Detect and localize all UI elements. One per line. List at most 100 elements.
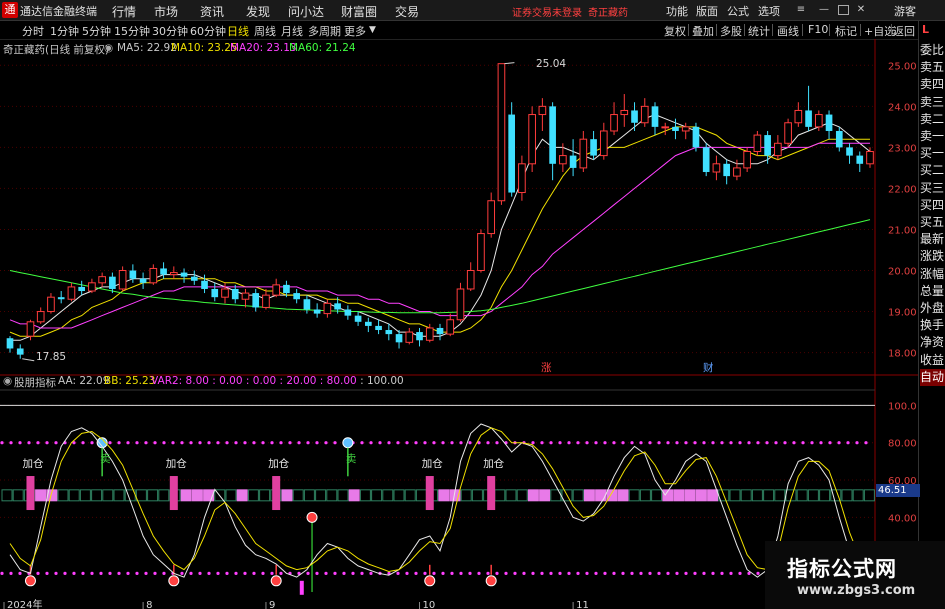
ma5-label: MA5: 22.92 xyxy=(117,42,177,54)
level-dot xyxy=(666,441,670,445)
indicator-toggle-icon[interactable]: ◉ xyxy=(3,375,12,387)
side-panel-item[interactable]: 卖五 xyxy=(920,59,945,76)
side-panel-item[interactable]: 收益 xyxy=(920,352,945,369)
side-panel-item[interactable]: 外盘 xyxy=(920,300,945,317)
band-cell xyxy=(225,489,237,502)
ma20-text: MA20 xyxy=(230,42,260,54)
menu-trade[interactable]: 交易 xyxy=(395,3,419,20)
level-dot xyxy=(468,571,472,575)
event-marker-rise[interactable]: 涨 xyxy=(541,360,552,375)
level-dot xyxy=(549,571,553,575)
add-signal-dot xyxy=(424,575,436,587)
side-panel-item[interactable]: 买一 xyxy=(920,145,945,162)
event-marker-finance[interactable]: 财 xyxy=(703,360,714,375)
ma-toggle-icon[interactable]: ◉ xyxy=(104,42,113,54)
period-1min[interactable]: 1分钟 xyxy=(50,23,79,39)
side-panel-item[interactable]: 委比 xyxy=(920,42,945,59)
period-30min[interactable]: 30分钟 xyxy=(152,23,188,39)
side-panel-item[interactable]: 卖三 xyxy=(920,94,945,111)
x-tick-label: 9 xyxy=(269,600,275,609)
tool-adjust[interactable]: 复权 xyxy=(664,23,686,39)
guest-label[interactable]: 游客 xyxy=(894,3,916,19)
side-panel-item[interactable]: 涨跌 xyxy=(920,248,945,265)
candle-body xyxy=(139,278,147,283)
side-panel-item[interactable]: 净资 xyxy=(920,334,945,351)
level-dot xyxy=(144,571,148,575)
chart-area[interactable]: 25.00 24.00 23.00 22.00 21.00 20.00 19.00 18.00… xyxy=(0,39,918,609)
side-panel-item[interactable]: 买三 xyxy=(920,180,945,197)
level-dot xyxy=(162,441,166,445)
side-panel-item[interactable]: 最新 xyxy=(920,231,945,248)
side-panel-item[interactable]: 买二 xyxy=(920,162,945,179)
candle-body xyxy=(487,200,496,235)
period-weekly[interactable]: 周线 xyxy=(254,23,276,39)
period-more[interactable]: 更多 xyxy=(344,23,366,39)
maximize-icon[interactable] xyxy=(838,5,849,15)
side-panel-item[interactable]: 卖一 xyxy=(920,128,945,145)
candle-body xyxy=(825,114,833,131)
menu-layout[interactable]: 版面 xyxy=(696,3,718,19)
ma60-text: MA60 xyxy=(289,42,319,54)
period-5min[interactable]: 5分钟 xyxy=(82,23,111,39)
menu-formula[interactable]: 公式 xyxy=(727,3,749,19)
side-panel-item[interactable]: 总量 xyxy=(920,283,945,300)
tool-overlay[interactable]: 叠加 xyxy=(692,23,714,39)
tool-stats[interactable]: 统计 xyxy=(748,23,770,39)
add-position-label: 加仓 xyxy=(421,458,443,471)
candle-body xyxy=(67,286,76,300)
band-cell xyxy=(684,489,696,502)
minimize-icon[interactable]: — xyxy=(818,4,830,15)
level-dot xyxy=(459,441,463,445)
tool-f10[interactable]: F10 xyxy=(808,23,828,36)
band-cell xyxy=(695,489,707,502)
menu-options[interactable]: 选项 xyxy=(758,3,780,19)
menu-market[interactable]: 市场 xyxy=(154,3,178,20)
add-position-label: 加仓 xyxy=(483,458,505,471)
var2-val-5: 100.00 xyxy=(366,375,404,387)
period-timeshare[interactable]: 分时 xyxy=(22,23,44,39)
menu-ask[interactable]: 问小达 xyxy=(288,3,324,20)
tool-back[interactable]: 返回 xyxy=(893,23,915,39)
candle-body xyxy=(723,163,730,177)
watermark-url: www.zbgs3.com xyxy=(797,583,916,598)
menu-discover[interactable]: 发现 xyxy=(246,3,270,20)
side-panel-item[interactable]: 卖二 xyxy=(920,111,945,128)
period-multi[interactable]: 多周期 xyxy=(308,23,341,39)
menu-function[interactable]: 功能 xyxy=(666,3,688,19)
tool-mark[interactable]: 标记 xyxy=(835,23,857,39)
side-panel-item[interactable]: 涨幅 xyxy=(920,266,945,283)
side-panel-item[interactable]: 换手 xyxy=(920,317,945,334)
candle-body xyxy=(805,110,812,127)
level-dot xyxy=(153,441,157,445)
tool-multistock[interactable]: 多股 xyxy=(720,23,742,39)
period-monthly[interactable]: 月线 xyxy=(281,23,303,39)
menu-wealth[interactable]: 财富圈 xyxy=(341,3,377,20)
candle-body xyxy=(26,321,35,337)
side-panel-item[interactable]: 卖四 xyxy=(920,76,945,93)
tool-draw[interactable]: 画线 xyxy=(777,23,799,39)
band-cell xyxy=(651,489,663,502)
close-icon[interactable]: ✕ xyxy=(855,4,867,15)
sell-label: 卖 xyxy=(345,452,357,465)
menu-icon[interactable]: ≡ xyxy=(795,4,807,15)
side-panel-item[interactable]: 买五 xyxy=(920,214,945,231)
candle-body xyxy=(743,150,751,169)
band-cell xyxy=(57,489,69,502)
login-warning[interactable]: 证券交易未登录 xyxy=(512,4,582,19)
side-panel-item[interactable]: 自动 xyxy=(920,368,945,386)
add-signal-dot xyxy=(168,575,180,587)
level-dot xyxy=(306,441,310,445)
level-dot xyxy=(441,571,445,575)
period-15min[interactable]: 15分钟 xyxy=(114,23,150,39)
menu-quotes[interactable]: 行情 xyxy=(112,3,136,20)
side-panel-item[interactable]: 买四 xyxy=(920,197,945,214)
band-cell xyxy=(326,489,338,502)
level-dot xyxy=(558,571,562,575)
chevron-down-icon[interactable]: ▼ xyxy=(369,25,376,35)
menu-news[interactable]: 资讯 xyxy=(200,3,224,20)
period-daily[interactable]: 日线 xyxy=(227,23,249,39)
stock-name-top: 奇正藏药 xyxy=(588,8,628,19)
period-60min[interactable]: 60分钟 xyxy=(190,23,226,39)
panel-badge[interactable]: L xyxy=(922,23,929,36)
level-dot xyxy=(360,571,364,575)
